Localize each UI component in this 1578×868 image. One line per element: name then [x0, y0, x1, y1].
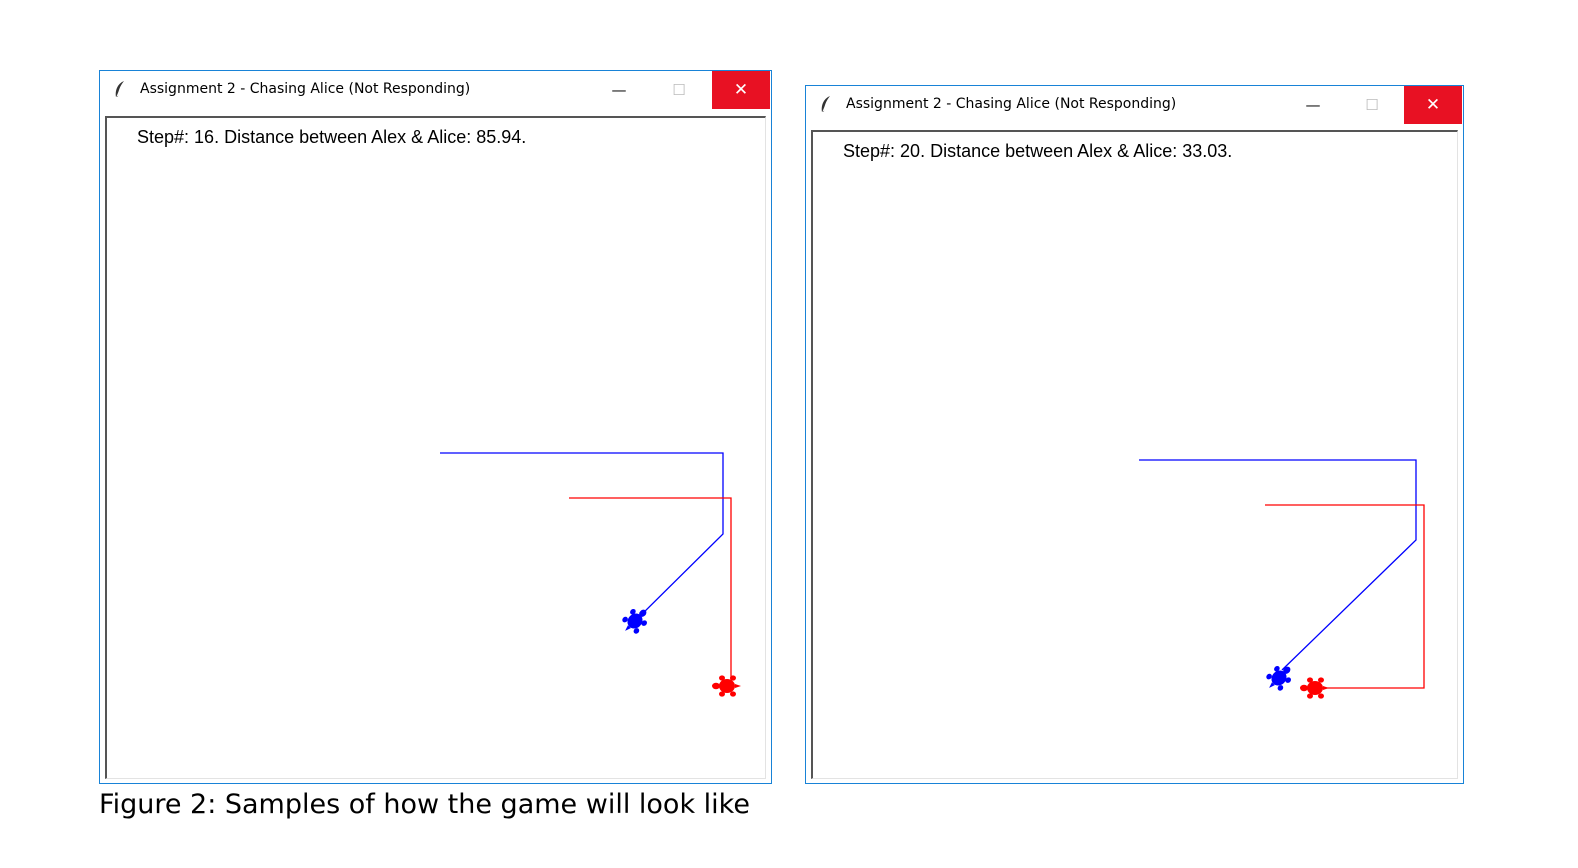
- alex-turtle-icon: [1266, 666, 1291, 691]
- close-button[interactable]: ✕: [1404, 86, 1462, 124]
- feather-icon: [821, 96, 830, 115]
- maximize-button[interactable]: ☐: [650, 71, 708, 109]
- maximize-button[interactable]: ☐: [1343, 86, 1401, 124]
- game-window-2: Assignment 2 - Chasing Alice (Not Respon…: [805, 85, 1464, 784]
- window-title: Assignment 2 - Chasing Alice (Not Respon…: [846, 96, 1177, 112]
- alex-path: [440, 452, 724, 622]
- close-button[interactable]: ✕: [712, 71, 770, 109]
- alice-turtle-icon: [1300, 677, 1329, 699]
- chase-plot: [1139, 459, 1425, 699]
- alice-path: [1265, 504, 1425, 689]
- alex-path: [1139, 459, 1417, 671]
- title-bar[interactable]: Assignment 2 - Chasing Alice (Not Respon…: [806, 86, 1463, 124]
- minimize-button[interactable]: —: [590, 71, 648, 109]
- chase-plot: [440, 452, 741, 697]
- figure-caption: Figure 2: Samples of how the game will l…: [99, 789, 750, 820]
- alice-path: [569, 497, 732, 686]
- turtle-canvas: Step#: 16. Distance between Alex & Alice…: [105, 116, 766, 779]
- game-window-1: Assignment 2 - Chasing Alice (Not Respon…: [99, 70, 772, 784]
- title-bar[interactable]: Assignment 2 - Chasing Alice (Not Respon…: [100, 71, 771, 109]
- minimize-button[interactable]: —: [1284, 86, 1342, 124]
- alice-turtle-icon: [712, 675, 741, 697]
- feather-icon: [115, 81, 124, 100]
- window-title: Assignment 2 - Chasing Alice (Not Respon…: [140, 81, 471, 97]
- turtle-canvas: Step#: 20. Distance between Alex & Alice…: [811, 130, 1458, 779]
